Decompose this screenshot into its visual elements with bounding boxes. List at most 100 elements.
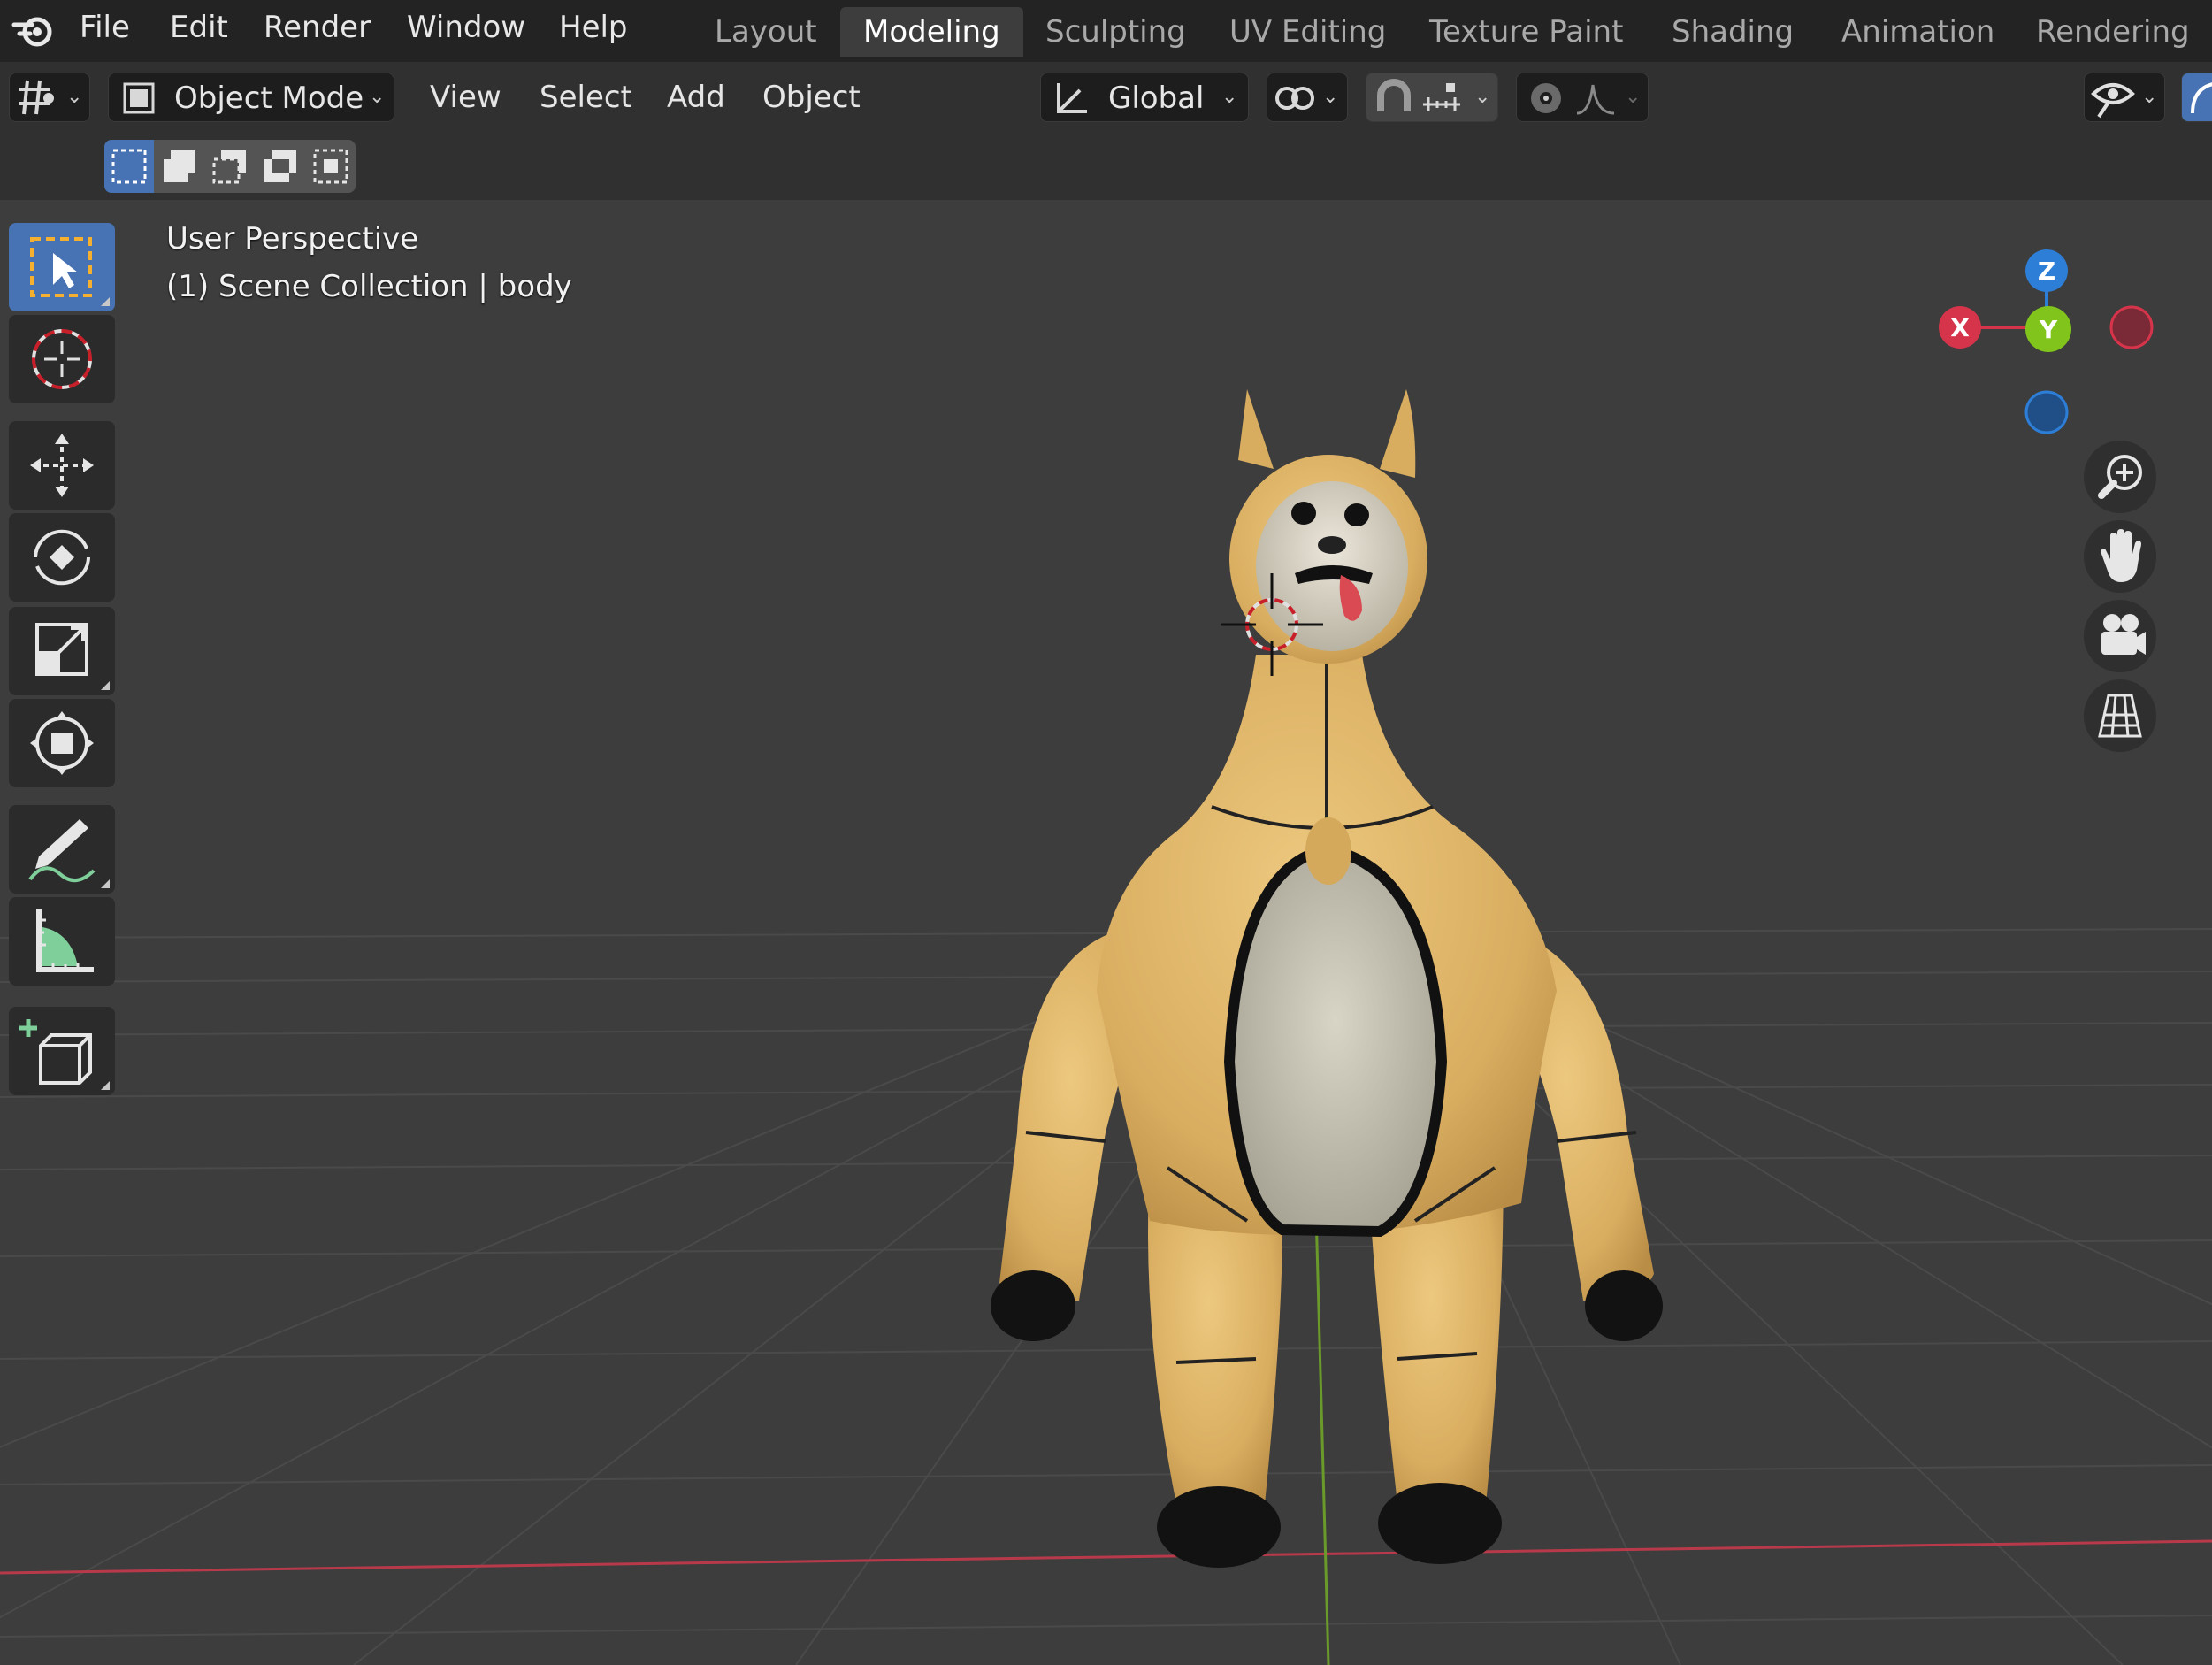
scale-icon: [35, 623, 88, 676]
chevron-down-icon: ⌄: [369, 86, 386, 108]
chevron-down-icon: ⌄: [1322, 86, 1339, 108]
select-intersect-icon: [313, 149, 348, 184]
selection-mode-group: [104, 140, 356, 193]
tool-variants-indicator: [101, 1081, 110, 1090]
header-menu-view[interactable]: View: [430, 73, 501, 122]
select-difference-button[interactable]: [256, 140, 305, 193]
gizmo-toggle-button[interactable]: [2181, 73, 2212, 122]
menu-edit[interactable]: Edit: [170, 5, 228, 50]
chevron-down-icon: ⌄: [2141, 86, 2158, 108]
select-subtract-button[interactable]: [205, 140, 255, 193]
character-model[interactable]: [991, 389, 1663, 1568]
proportional-editing-icon: [1531, 83, 1561, 113]
pan-button[interactable]: [2084, 520, 2156, 593]
top-bar: File Edit Render Window Help Layout Mode…: [0, 0, 2212, 62]
tool-variants-indicator: [101, 879, 110, 888]
tab-texture-paint[interactable]: Texture Paint: [1406, 7, 1646, 57]
transform-icon: [30, 711, 94, 775]
navigation-gizmo[interactable]: Z X Y: [1928, 226, 2158, 457]
camera-view-button[interactable]: [2084, 600, 2156, 672]
blender-logo-icon[interactable]: [9, 5, 58, 55]
pivot-point-icon: [1275, 87, 1314, 110]
header-menu-add[interactable]: Add: [667, 73, 725, 122]
tab-rendering[interactable]: Rendering: [2013, 7, 2212, 57]
menu-window[interactable]: Window: [407, 5, 525, 50]
viewport-header: ⌄ Object Mode ⌄ View Select Add Object G…: [0, 62, 2212, 133]
measure-tool[interactable]: [9, 897, 115, 986]
transform-orientation-dropdown[interactable]: Global ⌄: [1040, 73, 1249, 122]
tab-layout[interactable]: Layout: [692, 7, 840, 57]
menu-help[interactable]: Help: [559, 5, 628, 50]
cursor-icon: [32, 329, 92, 389]
chevron-down-icon: ⌄: [1625, 86, 1642, 108]
negative-z-handle[interactable]: [2024, 390, 2069, 434]
proportional-editing-controls[interactable]: ⌄: [1516, 73, 1649, 122]
perspective-toggle-button[interactable]: [2084, 679, 2156, 752]
tool-variants-indicator: [101, 681, 110, 690]
move-tool[interactable]: [9, 421, 115, 510]
annotate-tool[interactable]: [9, 805, 115, 894]
snap-increment-icon: [1423, 83, 1460, 111]
tab-uv-editing[interactable]: UV Editing: [1206, 7, 1409, 57]
zoom-button[interactable]: [2084, 441, 2156, 513]
tab-modeling[interactable]: Modeling: [840, 7, 1023, 57]
zoom-icon: [2098, 455, 2142, 499]
grid-perspective-icon: [2098, 694, 2142, 738]
object-mode-icon: [123, 82, 155, 114]
chevron-down-icon: ⌄: [1474, 86, 1491, 108]
z-axis-label: Z: [2038, 257, 2055, 286]
x-axis-label: X: [1950, 313, 1970, 342]
viewport-editor-icon: [19, 80, 54, 115]
select-box-icon: [30, 237, 92, 297]
y-axis-label: Y: [2039, 315, 2058, 344]
eye-icon: [2091, 83, 2135, 119]
object-mode-label: Object Mode: [174, 81, 364, 116]
add-cube-tool[interactable]: [9, 1007, 115, 1095]
menu-file[interactable]: File: [80, 5, 130, 50]
rotate-tool[interactable]: [9, 513, 115, 602]
negative-x-handle[interactable]: [2109, 305, 2154, 349]
add-cube-icon: [19, 1019, 92, 1085]
select-extend-icon: [164, 150, 195, 182]
move-icon: [30, 434, 94, 497]
gizmo-icon: [2191, 82, 2212, 114]
view-name-label: User Perspective: [166, 221, 419, 257]
header-menu-object[interactable]: Object: [762, 73, 861, 122]
x-axis-line: [0, 1539, 2212, 1575]
transform-tool[interactable]: [9, 699, 115, 787]
object-mode-dropdown[interactable]: Object Mode ⌄: [108, 73, 394, 122]
collection-info-label: (1) Scene Collection | body: [166, 269, 572, 304]
pivot-point-dropdown[interactable]: ⌄: [1267, 73, 1348, 122]
header-menu-select[interactable]: Select: [540, 73, 632, 122]
editor-type-dropdown[interactable]: ⌄: [9, 73, 90, 122]
tab-sculpting[interactable]: Sculpting: [1022, 7, 1209, 57]
menu-render[interactable]: Render: [264, 5, 371, 50]
magnet-icon: [1377, 79, 1411, 111]
viewport-scene: [0, 389, 2212, 1665]
chevron-down-icon: ⌄: [1221, 86, 1238, 108]
tab-shading[interactable]: Shading: [1649, 7, 1817, 57]
select-new-button[interactable]: [104, 140, 154, 193]
axis-orientation-icon: [1057, 83, 1087, 113]
tab-animation[interactable]: Animation: [1818, 7, 2017, 57]
select-box-tool[interactable]: [9, 223, 115, 311]
snapping-controls[interactable]: ⌄: [1366, 73, 1498, 122]
select-new-icon: [111, 149, 147, 184]
orientation-label: Global: [1108, 81, 1205, 116]
3d-viewport[interactable]: User Perspective (1) Scene Collection | …: [0, 200, 2212, 1665]
annotate-icon: [28, 819, 96, 882]
falloff-curve-icon: [1576, 84, 1615, 115]
measure-icon: [36, 909, 94, 972]
select-subtract-icon: [212, 150, 246, 184]
select-extend-button[interactable]: [155, 140, 204, 193]
chevron-down-icon: ⌄: [66, 86, 83, 108]
rotate-icon: [34, 529, 90, 586]
visibility-dropdown[interactable]: ⌄: [2084, 73, 2165, 122]
tool-variants-indicator: [101, 297, 110, 306]
cursor-tool[interactable]: [9, 315, 115, 403]
scale-tool[interactable]: [9, 607, 115, 695]
select-difference-icon: [264, 150, 296, 182]
hand-icon: [2101, 529, 2141, 582]
camera-icon: [2101, 614, 2146, 655]
select-intersect-button[interactable]: [306, 140, 356, 193]
